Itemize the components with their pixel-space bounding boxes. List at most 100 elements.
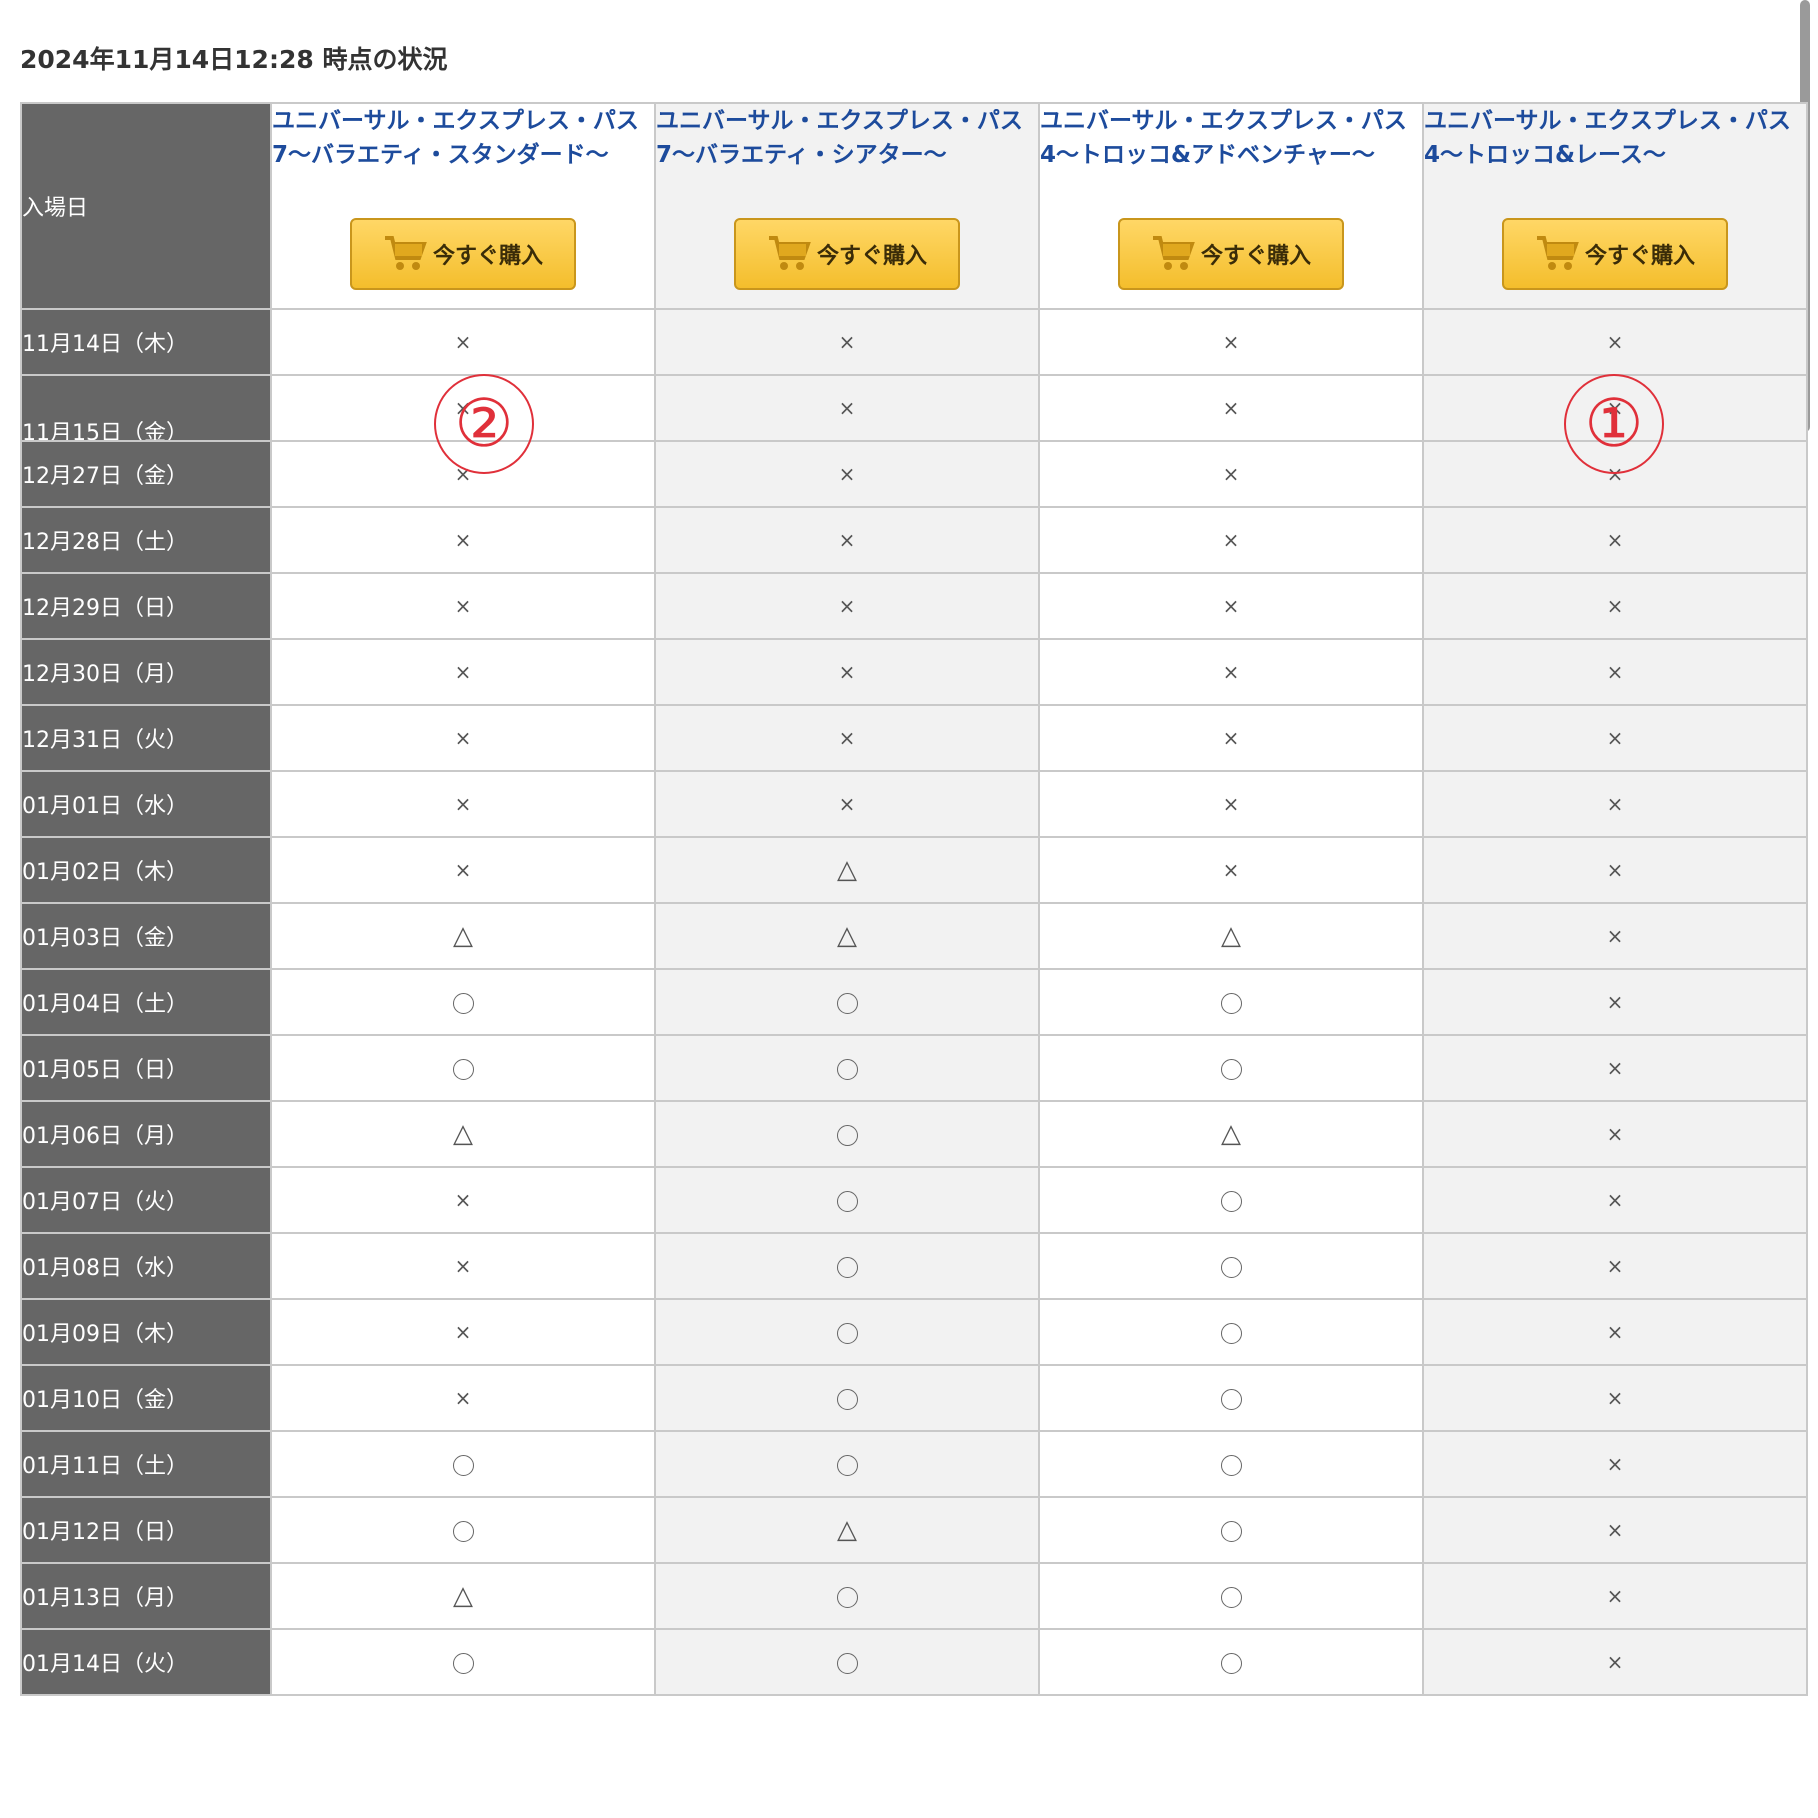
date-cell: 12月27日（金）: [20, 440, 272, 508]
few-left-triangle-icon: △: [1221, 921, 1241, 951]
product-link[interactable]: ユニバーサル・エクスプレス・パス4〜トロッコ&アドベンチャー〜: [1040, 104, 1422, 206]
annotation-circle-2: ②: [434, 374, 534, 474]
sold-out-cross-icon: ×: [1606, 660, 1624, 684]
available-circle-icon: [1220, 1653, 1242, 1674]
table-row: 12月28日（土） × × × ×: [20, 506, 1808, 574]
product-header: ユニバーサル・エクスプレス・パス4〜トロッコ&アドベンチャー〜 今すぐ購入: [1038, 102, 1424, 310]
status-timestamp: 2024年11月14日12:28 時点の状況: [20, 45, 448, 74]
buy-now-label: 今すぐ購入: [1200, 244, 1311, 269]
availability-cell: ×: [1038, 572, 1424, 640]
date-cell: 01月04日（土）: [20, 968, 272, 1036]
buy-now-label: 今すぐ購入: [816, 244, 927, 269]
buy-now-button[interactable]: 今すぐ購入: [1502, 218, 1728, 290]
available-circle-icon: [836, 1323, 858, 1344]
sold-out-cross-icon: ×: [1222, 660, 1240, 684]
date-cell: 01月09日（木）: [20, 1298, 272, 1366]
availability-cell: ×: [654, 308, 1040, 376]
sold-out-cross-icon: ×: [1606, 726, 1624, 750]
availability-cell: ×: [1422, 704, 1808, 772]
available-circle-icon: [1220, 1257, 1242, 1278]
date-cell: 01月07日（火）: [20, 1166, 272, 1234]
sold-out-cross-icon: ×: [838, 594, 856, 618]
availability-cell: [654, 968, 1040, 1036]
buy-now-button[interactable]: 今すぐ購入: [734, 218, 960, 290]
date-cell: 01月11日（土）: [20, 1430, 272, 1498]
availability-cell: [1038, 1298, 1424, 1366]
availability-cell: ×: [270, 1364, 656, 1432]
sold-out-cross-icon: ×: [454, 528, 472, 552]
sold-out-cross-icon: ×: [1606, 924, 1624, 948]
sold-out-cross-icon: ×: [838, 660, 856, 684]
available-circle-icon: [1220, 1323, 1242, 1344]
availability-cell: ×: [1422, 638, 1808, 706]
sold-out-cross-icon: ×: [1222, 858, 1240, 882]
table-row: 01月12日（日） △ ×: [20, 1496, 1808, 1564]
table-row: 01月14日（火） ×: [20, 1628, 1808, 1696]
sold-out-cross-icon: ×: [838, 396, 856, 420]
date-cell: 01月02日（木）: [20, 836, 272, 904]
available-circle-icon: [836, 1587, 858, 1608]
availability-cell: [270, 968, 656, 1036]
sold-out-cross-icon: ×: [838, 726, 856, 750]
date-cell: 01月06日（月）: [20, 1100, 272, 1168]
table-row: 01月08日（水） × ×: [20, 1232, 1808, 1300]
available-circle-icon: [1220, 1389, 1242, 1410]
available-circle-icon: [836, 993, 858, 1014]
available-circle-icon: [836, 1257, 858, 1278]
product-link[interactable]: ユニバーサル・エクスプレス・パス4〜トロッコ&レース〜: [1424, 104, 1806, 206]
availability-cell: ×: [270, 836, 656, 904]
table-row: 12月31日（火） × × × ×: [20, 704, 1808, 772]
date-column-header: 入場日: [20, 102, 272, 310]
sold-out-cross-icon: ×: [454, 726, 472, 750]
availability-cell: [1038, 1232, 1424, 1300]
availability-cell: ×: [1038, 440, 1424, 508]
sold-out-cross-icon: ×: [1606, 1320, 1624, 1344]
few-left-triangle-icon: △: [453, 1581, 473, 1611]
sold-out-cross-icon: ×: [454, 792, 472, 816]
availability-cell: ×: [270, 638, 656, 706]
date-cell: 12月29日（日）: [20, 572, 272, 640]
date-cell: 12月30日（月）: [20, 638, 272, 706]
available-circle-icon: [836, 1389, 858, 1410]
sold-out-cross-icon: ×: [454, 1188, 472, 1212]
availability-cell: ×: [1038, 836, 1424, 904]
availability-cell: ×: [1422, 968, 1808, 1036]
product-header: ユニバーサル・エクスプレス・パス4〜トロッコ&レース〜 今すぐ購入: [1422, 102, 1808, 310]
table-row: 01月11日（土） ×: [20, 1430, 1808, 1498]
availability-cell: △: [270, 902, 656, 970]
cart-icon: [1151, 234, 1195, 274]
availability-cell: ×: [1422, 1034, 1808, 1102]
availability-cell: ×: [654, 704, 1040, 772]
available-circle-icon: [836, 1059, 858, 1080]
table-row: 01月09日（木） × ×: [20, 1298, 1808, 1366]
cart-icon: [1535, 234, 1579, 274]
availability-cell: △: [270, 1100, 656, 1168]
availability-cell: ×: [1422, 1364, 1808, 1432]
table-row: 01月06日（月） △ △ ×: [20, 1100, 1808, 1168]
sold-out-cross-icon: ×: [1222, 330, 1240, 354]
few-left-triangle-icon: △: [453, 921, 473, 951]
available-circle-icon: [1220, 993, 1242, 1014]
availability-cell: ×: [1422, 1100, 1808, 1168]
availability-cell: ×: [654, 638, 1040, 706]
date-cell: 12月31日（火）: [20, 704, 272, 772]
buy-now-button[interactable]: 今すぐ購入: [350, 218, 576, 290]
availability-cell: △: [654, 1496, 1040, 1564]
availability-cell: ×: [1422, 1562, 1808, 1630]
sold-out-cross-icon: ×: [838, 792, 856, 816]
sold-out-cross-icon: ×: [1606, 1056, 1624, 1080]
availability-cell: [654, 1034, 1040, 1102]
availability-cell: ×: [1422, 1430, 1808, 1498]
availability-cell: ×: [270, 1232, 656, 1300]
availability-cell: [1038, 1364, 1424, 1432]
few-left-triangle-icon: △: [837, 1515, 857, 1545]
product-link[interactable]: ユニバーサル・エクスプレス・パス7〜バラエティ・シアター〜: [656, 104, 1038, 206]
availability-cell: △: [1038, 902, 1424, 970]
table-row: 01月07日（火） × ×: [20, 1166, 1808, 1234]
table-row: 01月05日（日） ×: [20, 1034, 1808, 1102]
sold-out-cross-icon: ×: [1606, 858, 1624, 882]
buy-now-button[interactable]: 今すぐ購入: [1118, 218, 1344, 290]
product-link[interactable]: ユニバーサル・エクスプレス・パス7〜バラエティ・スタンダード〜: [272, 104, 654, 206]
sold-out-cross-icon: ×: [838, 528, 856, 552]
available-circle-icon: [836, 1653, 858, 1674]
